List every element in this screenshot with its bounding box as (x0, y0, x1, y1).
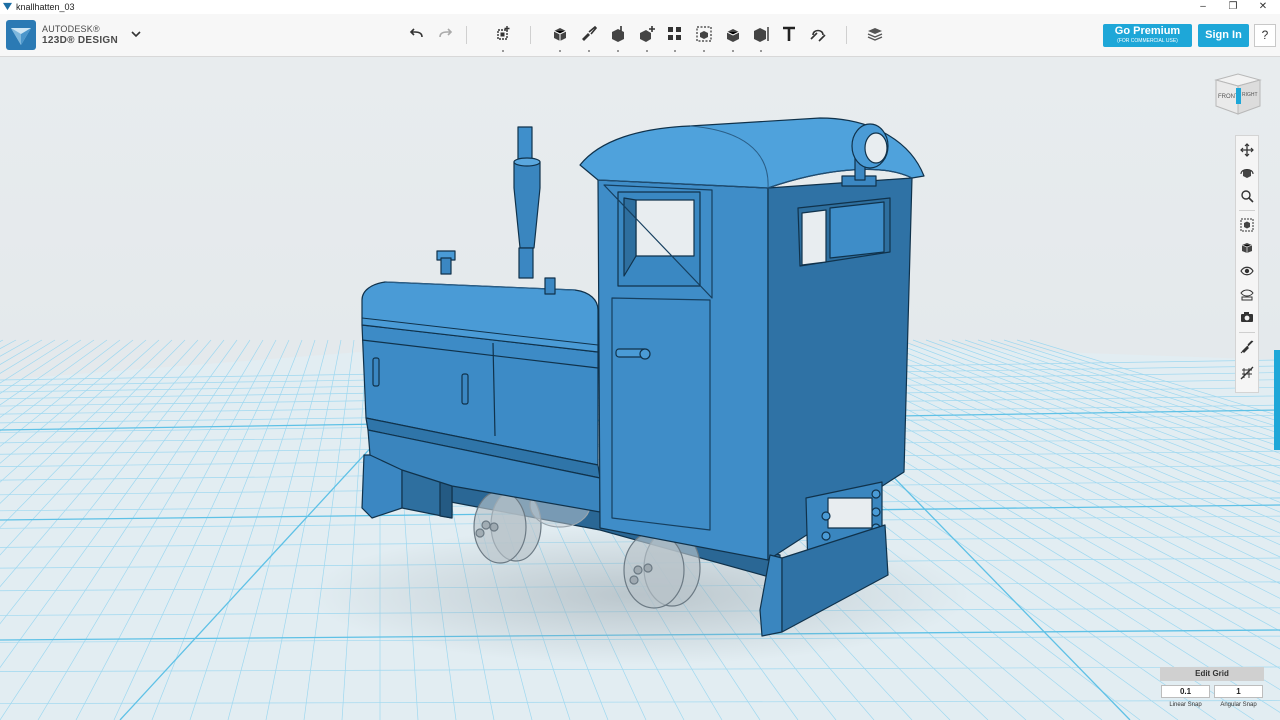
pan-icon (1240, 143, 1254, 157)
toolbar-separator (466, 26, 467, 44)
edit-grid-button[interactable]: Edit Grid (1160, 667, 1264, 681)
maximize-button[interactable]: ❐ (1218, 0, 1248, 14)
app-logo[interactable] (6, 20, 36, 50)
sketch-button[interactable] (576, 21, 602, 52)
window-title: knallhatten_03 (16, 2, 75, 12)
app-icon (3, 2, 12, 11)
main-toolbar: AUTODESK® 123D® DESIGN Go Premium (FOR C… (0, 14, 1280, 57)
sign-in-button[interactable]: Sign In (1198, 24, 1249, 47)
linear-snap-label: Linear Snap (1169, 702, 1202, 708)
3d-viewport[interactable] (0, 57, 1280, 720)
material-icon (867, 28, 883, 41)
side-panel-handle[interactable] (1274, 350, 1280, 450)
viewcube-right-label: RIGHT (1242, 92, 1258, 98)
undo-icon (409, 28, 423, 38)
nav-separator (1239, 210, 1255, 211)
fit-icon (1240, 218, 1254, 232)
help-button[interactable]: ? (1254, 24, 1276, 47)
hide-mesh-button[interactable] (1237, 363, 1257, 383)
hide-mesh-icon (1240, 366, 1254, 380)
modify-icon (640, 26, 655, 42)
redo-button[interactable] (432, 21, 458, 47)
transform-button[interactable] (490, 21, 516, 52)
view-material-button[interactable] (1237, 238, 1257, 258)
undo-button[interactable] (404, 21, 430, 47)
hide-sketch-icon (1240, 340, 1254, 354)
brand-name: AUTODESK® 123D® DESIGN (42, 24, 118, 46)
viewcube-front-label: FRONT (1218, 94, 1239, 100)
construct-button[interactable] (605, 21, 631, 52)
screenshot-button[interactable] (1237, 307, 1257, 327)
premium-label: Go Premium (1114, 25, 1181, 37)
visibility-icon (1240, 266, 1254, 276)
go-premium-button[interactable]: Go Premium (FOR COMMERCIAL USE) (1103, 24, 1192, 47)
angular-snap-input[interactable]: 1 (1214, 685, 1263, 698)
measure-icon (754, 27, 769, 42)
show-hide-button[interactable] (1237, 284, 1257, 304)
hide-sketch-button[interactable] (1237, 337, 1257, 357)
chevron-down-icon[interactable] (128, 26, 144, 42)
text-button[interactable] (776, 21, 802, 47)
construct-icon (612, 26, 624, 42)
combine-button[interactable] (720, 21, 746, 52)
linear-snap-input[interactable]: 0.1 (1161, 685, 1210, 698)
title-bar: knallhatten_03 – ❐ ✕ (0, 0, 1280, 14)
view-cube[interactable]: FRONT RIGHT (1212, 70, 1264, 118)
grid-settings-panel: Edit Grid 0.1 1 Linear Snap Angular Snap (1160, 667, 1264, 715)
fit-button[interactable] (1237, 215, 1257, 235)
orbit-button[interactable] (1237, 163, 1257, 183)
sketch-icon (582, 25, 598, 41)
grouping-icon (696, 26, 712, 42)
pattern-button[interactable] (662, 21, 688, 52)
transform-icon (497, 26, 510, 40)
snap-button[interactable] (805, 21, 831, 47)
minimize-button[interactable]: – (1188, 0, 1218, 14)
measure-button[interactable] (748, 21, 774, 52)
orbit-icon (1240, 168, 1254, 178)
zoom-button[interactable] (1237, 186, 1257, 206)
grouping-button[interactable] (691, 21, 717, 52)
brand-company: AUTODESK® (42, 24, 100, 34)
zoom-icon (1241, 190, 1254, 203)
redo-icon (439, 28, 453, 38)
pan-button[interactable] (1237, 140, 1257, 160)
modify-button[interactable] (634, 21, 660, 52)
combine-icon (726, 29, 740, 42)
close-button[interactable]: ✕ (1248, 0, 1278, 14)
primitives-button[interactable] (547, 21, 573, 52)
angular-snap-label: Angular Snap (1220, 702, 1257, 708)
view-material-icon (1241, 243, 1253, 253)
text-icon (783, 26, 795, 41)
snap-icon (810, 29, 826, 42)
primitives-icon (553, 28, 567, 41)
pattern-icon (668, 27, 681, 40)
material-button[interactable] (862, 21, 888, 47)
toolbar-separator (846, 26, 847, 44)
nav-separator (1239, 332, 1255, 333)
premium-sublabel: (FOR COMMERCIAL USE) (1117, 38, 1178, 44)
visibility-button[interactable] (1237, 261, 1257, 281)
toolbar-separator (530, 26, 531, 44)
navigation-bar (1235, 135, 1259, 393)
screenshot-icon (1241, 312, 1253, 322)
show-hide-icon (1240, 289, 1254, 301)
brand-product: 123D® DESIGN (42, 35, 118, 46)
